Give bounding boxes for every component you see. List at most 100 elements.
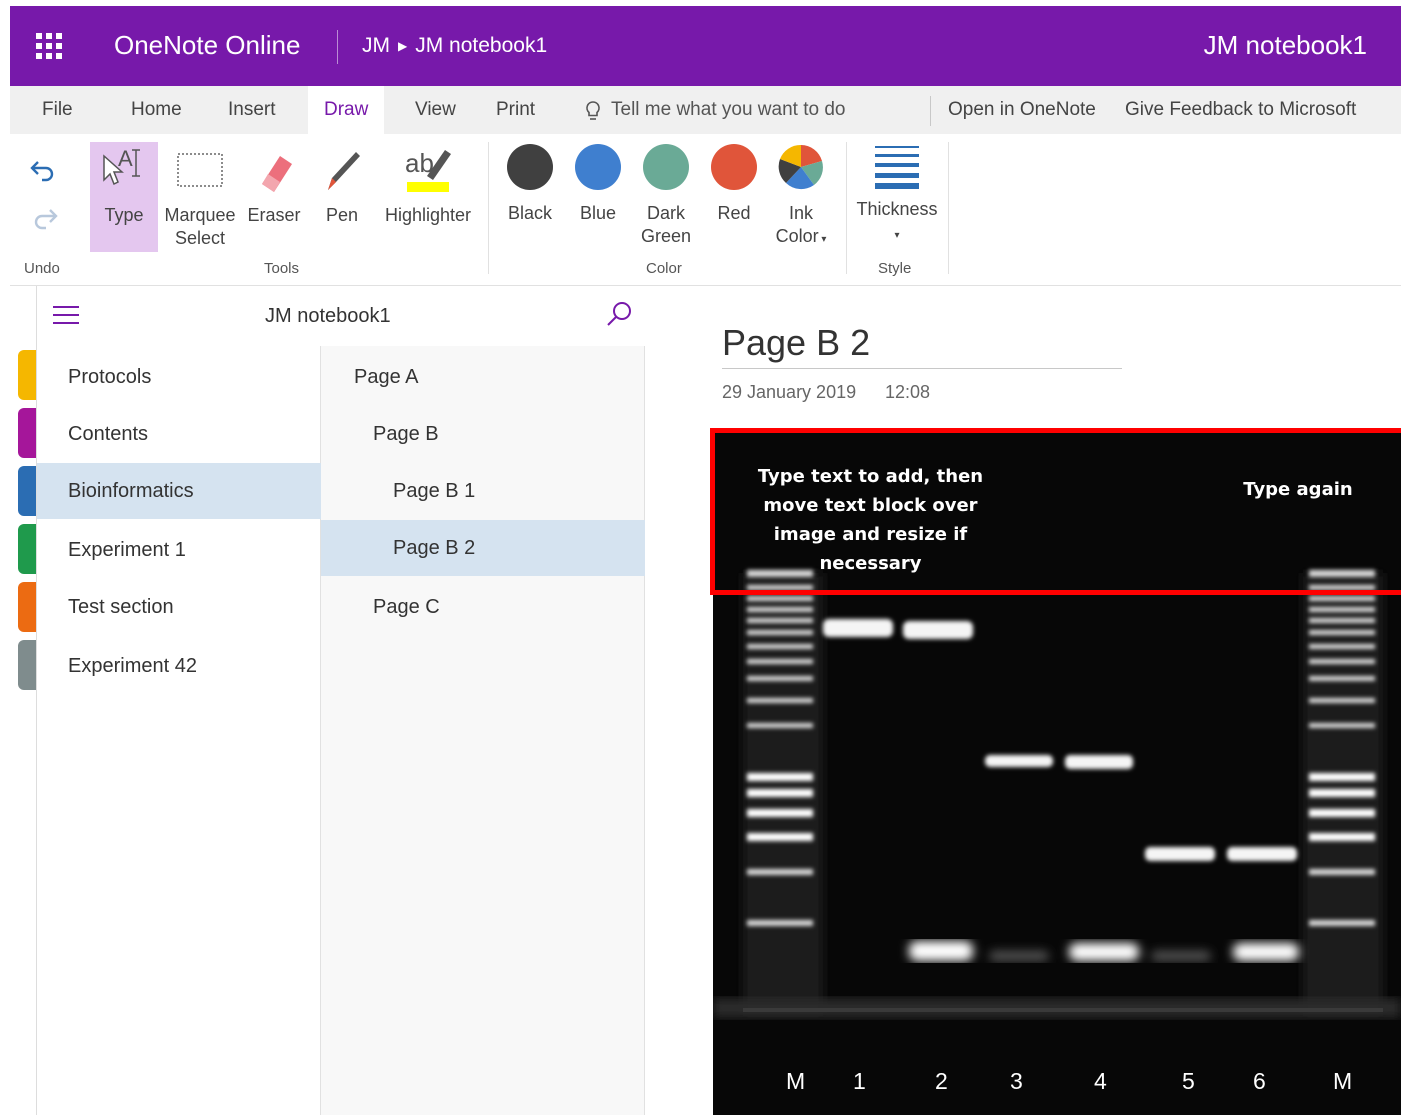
tab-home[interactable]: Home	[115, 86, 198, 134]
navigation-header: JM notebook1	[37, 286, 645, 346]
style-group-label: Style	[878, 260, 912, 277]
tell-me-box[interactable]: Tell me what you want to do	[585, 86, 845, 134]
page-item-page-b-1[interactable]: Page B 1	[321, 463, 645, 519]
dark-green-label-2: Green	[640, 226, 692, 246]
open-in-onenote-link[interactable]: Open in OneNote	[948, 86, 1096, 134]
give-feedback-link[interactable]: Give Feedback to Microsoft	[1125, 86, 1356, 134]
thickness-icon	[875, 146, 919, 189]
undo-group-label: Undo	[24, 260, 60, 277]
page-item-page-a[interactable]: Page A	[321, 349, 645, 405]
marquee-select-button[interactable]: Marquee Select	[160, 142, 240, 252]
dark-green-label-1: Dark	[646, 203, 685, 223]
section-tab-protocols[interactable]	[18, 350, 36, 400]
breadcrumb-user[interactable]: JM	[362, 34, 390, 58]
section-tab-contents[interactable]	[18, 408, 36, 458]
lane-label-m-right: M	[1333, 1068, 1353, 1094]
section-item-test-section[interactable]: Test section	[37, 579, 321, 635]
page-date: 29 January 2019	[722, 382, 857, 402]
marquee-label-2: Select	[174, 228, 226, 248]
eraser-label: Eraser	[247, 205, 301, 225]
tell-me-text: Tell me what you want to do	[611, 99, 846, 120]
title-bar: OneNote Online JM ▶ JM notebook1 JM note…	[10, 6, 1401, 86]
pen-button[interactable]: Pen	[310, 142, 374, 252]
section-color-strip	[10, 286, 37, 1115]
pen-label: Pen	[325, 205, 359, 225]
lightbulb-icon	[585, 97, 601, 123]
tab-file[interactable]: File	[26, 86, 89, 134]
section-tab-experiment-1[interactable]	[18, 524, 36, 574]
eraser-icon	[262, 156, 292, 192]
svg-text:A: A	[118, 146, 133, 171]
type-tool-button[interactable]: A Type	[90, 142, 158, 252]
ink-color-button[interactable]: Ink Color ▾	[768, 134, 834, 252]
pen-icon	[328, 152, 360, 190]
ribbon-divider	[488, 142, 489, 274]
tab-view[interactable]: View	[399, 86, 472, 134]
redo-button[interactable]	[28, 204, 60, 232]
page-item-page-b-2[interactable]: Page B 2	[321, 520, 645, 576]
ink-color-wheel-icon	[778, 144, 823, 190]
lane-label-2: 2	[935, 1068, 948, 1094]
app-launcher-icon[interactable]	[36, 33, 62, 59]
app-name[interactable]: OneNote Online	[114, 30, 300, 61]
tab-print[interactable]: Print	[480, 86, 551, 134]
sections-list: Protocols Contents Bioinformatics Experi…	[37, 346, 321, 1115]
page-item-page-b[interactable]: Page B	[321, 406, 645, 462]
eraser-button[interactable]: Eraser	[242, 142, 306, 252]
section-item-protocols[interactable]: Protocols	[37, 349, 321, 405]
section-tab-test-section[interactable]	[18, 582, 36, 632]
thickness-button[interactable]: Thickness ▾	[852, 142, 942, 252]
tab-draw[interactable]: Draw	[308, 86, 385, 134]
chevron-down-icon: ▾	[894, 230, 900, 241]
color-black-label: Black	[507, 203, 552, 223]
lane-label-1: 1	[853, 1068, 866, 1094]
page-title[interactable]: Page B 2	[722, 322, 870, 364]
breadcrumb-arrow-icon: ▶	[398, 39, 408, 53]
lane-label-4: 4	[1094, 1068, 1107, 1094]
black-swatch	[507, 144, 553, 190]
page-item-page-c[interactable]: Page C	[321, 579, 645, 635]
ribbon-divider-2	[846, 142, 847, 274]
color-black-button[interactable]: Black	[500, 134, 560, 252]
color-blue-button[interactable]: Blue	[568, 134, 628, 252]
primer-dimer-bands	[909, 941, 1299, 961]
title-separator	[337, 30, 338, 64]
color-red-label: Red	[717, 203, 751, 223]
highlighter-label: Highlighter	[384, 205, 472, 225]
ribbon-tabs: File Home Insert Draw View Print Tell me…	[10, 86, 1401, 134]
tab-insert[interactable]: Insert	[212, 86, 292, 134]
section-item-experiment-1[interactable]: Experiment 1	[37, 522, 321, 578]
undo-icon	[30, 161, 54, 182]
blue-swatch	[575, 144, 621, 190]
lane-label-m-left: M	[786, 1068, 806, 1094]
pages-list: Page A Page B Page B 1 Page B 2 Page C	[321, 346, 645, 1115]
red-swatch	[711, 144, 757, 190]
hamburger-icon[interactable]	[53, 306, 79, 326]
section-tab-experiment-42[interactable]	[18, 640, 36, 690]
highlight-box	[710, 428, 1401, 595]
section-item-experiment-42[interactable]: Experiment 42	[37, 638, 321, 694]
type-tool-label: Type	[104, 205, 144, 225]
breadcrumb: JM ▶ JM notebook1	[362, 34, 547, 58]
search-icon[interactable]	[605, 300, 633, 328]
title-underline	[722, 368, 1122, 369]
color-red-button[interactable]: Red	[704, 134, 764, 252]
notebook-title: JM notebook1	[1203, 30, 1367, 60]
lane-label-6: 6	[1253, 1068, 1266, 1094]
section-item-contents[interactable]: Contents	[37, 406, 321, 462]
dark-green-swatch	[643, 144, 689, 190]
highlighter-button[interactable]: ab Highlighter	[376, 142, 480, 252]
lane-label-5: 5	[1182, 1068, 1195, 1094]
section-item-bioinformatics[interactable]: Bioinformatics	[37, 463, 321, 519]
section-tab-bioinformatics[interactable]	[18, 466, 36, 516]
tabs-divider	[930, 96, 931, 126]
nav-notebook-name[interactable]: JM notebook1	[265, 305, 391, 328]
chevron-down-icon: ▾	[818, 234, 827, 245]
type-cursor-icon: A	[103, 146, 140, 186]
ink-color-label-1: Ink	[788, 203, 813, 223]
breadcrumb-notebook[interactable]: JM notebook1	[415, 34, 547, 58]
color-dark-green-button[interactable]: Dark Green	[636, 134, 696, 252]
undo-button[interactable]	[28, 156, 60, 184]
marquee-icon	[177, 153, 223, 187]
page-time: 12:08	[885, 382, 931, 402]
